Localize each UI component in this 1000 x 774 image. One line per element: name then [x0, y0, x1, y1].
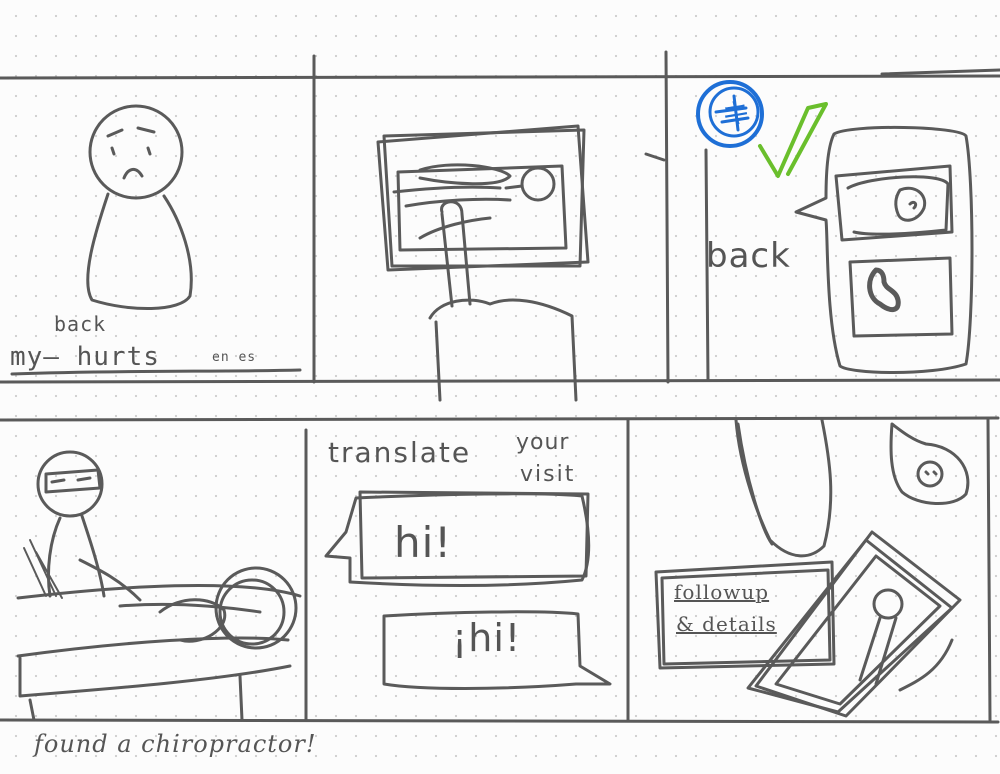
- panel6-followup-phone: [654, 418, 970, 718]
- panel1-caption-text: my— hurts: [10, 342, 160, 372]
- panel5-title-line2b: visit: [520, 462, 576, 487]
- panel1-caption-insert: back: [54, 312, 107, 336]
- panel4-chiropractor-scene: [16, 450, 302, 722]
- panel1-caption-my: my—: [10, 342, 60, 372]
- panel5-bubble-top: hi!: [394, 518, 453, 567]
- panel5-bubble-bottom: ¡hi!: [452, 616, 522, 660]
- panel1-caption-small: en es: [212, 350, 257, 365]
- panel3-app-screen: [644, 80, 974, 382]
- footer-caption: found a chiropractor!: [34, 730, 317, 758]
- panel2-phone-tap: [376, 124, 590, 402]
- panel1-caption-hurts: hurts: [76, 342, 160, 372]
- panel3-language-badge-icon: キ: [722, 97, 752, 130]
- panel5-title-line2a: your: [516, 430, 570, 455]
- panel5-title-line1: translate: [328, 436, 472, 469]
- panel6-line2: & details: [676, 612, 777, 636]
- panel6-line1: followup: [674, 580, 770, 604]
- panel3-label: back: [706, 236, 791, 276]
